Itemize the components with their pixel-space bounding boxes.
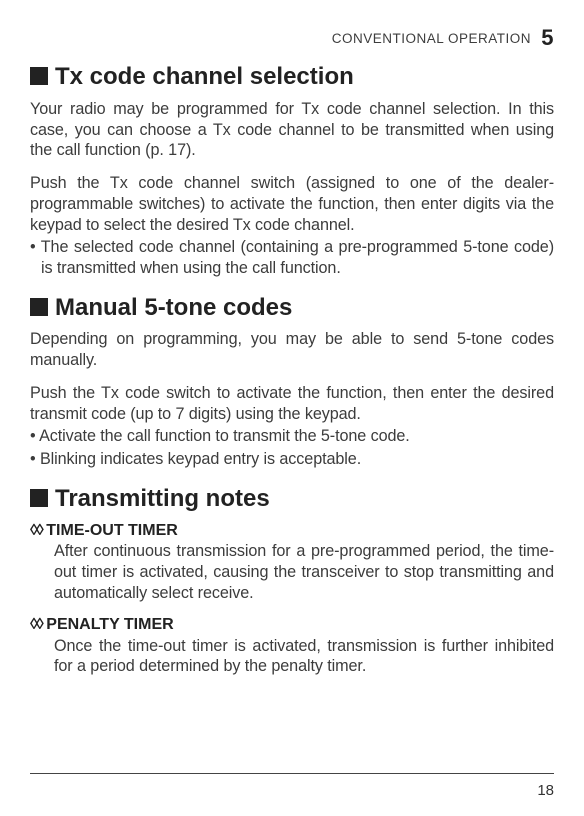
sub-title-penalty-text: PENALTY TIMER — [46, 616, 173, 633]
section-title-tx-text: Tx code channel selection — [55, 63, 354, 90]
manual-paragraph-2: Push the Tx code switch to activate the … — [30, 383, 554, 424]
running-header: CONVENTIONAL OPERATION 5 — [30, 24, 554, 52]
sub-title-penalty: ◊◊ PENALTY TIMER — [30, 615, 554, 635]
tx-paragraph-2: Push the Tx code channel switch (assigne… — [30, 173, 554, 235]
section-title-manual: Manual 5-tone codes — [30, 293, 554, 324]
manual-bullet-2: • Blinking indicates keypad entry is acc… — [30, 449, 554, 470]
tx-bullet-1: • The selected code channel (containing … — [30, 237, 554, 278]
sub-body-penalty: Once the time-out timer is activated, tr… — [30, 636, 554, 677]
section-tx-code: Tx code channel selection Your radio may… — [30, 62, 554, 279]
page-number: 18 — [537, 781, 554, 800]
chapter-number: 5 — [541, 25, 554, 50]
section-title-manual-text: Manual 5-tone codes — [55, 294, 292, 321]
sub-title-timeout: ◊◊ TIME-OUT TIMER — [30, 521, 554, 541]
footer-divider — [30, 773, 554, 774]
tx-paragraph-1: Your radio may be programmed for Tx code… — [30, 99, 554, 161]
running-title-text: CONVENTIONAL OPERATION — [332, 31, 531, 46]
section-title-notes-text: Transmitting notes — [55, 485, 270, 512]
manual-paragraph-1: Depending on programming, you may be abl… — [30, 329, 554, 370]
square-bullet-icon — [30, 298, 48, 316]
section-transmitting-notes: Transmitting notes ◊◊ TIME-OUT TIMER Aft… — [30, 484, 554, 677]
section-manual-5tone: Manual 5-tone codes Depending on program… — [30, 293, 554, 470]
square-bullet-icon — [30, 489, 48, 507]
sub-title-timeout-text: TIME-OUT TIMER — [46, 522, 178, 539]
square-bullet-icon — [30, 67, 48, 85]
diamond-icon: ◊◊ — [30, 616, 44, 633]
section-title-tx: Tx code channel selection — [30, 62, 554, 93]
sub-body-timeout: After continuous transmission for a pre-… — [30, 541, 554, 603]
manual-bullet-1: • Activate the call function to transmit… — [30, 426, 554, 447]
diamond-icon: ◊◊ — [30, 522, 44, 539]
section-title-notes: Transmitting notes — [30, 484, 554, 515]
